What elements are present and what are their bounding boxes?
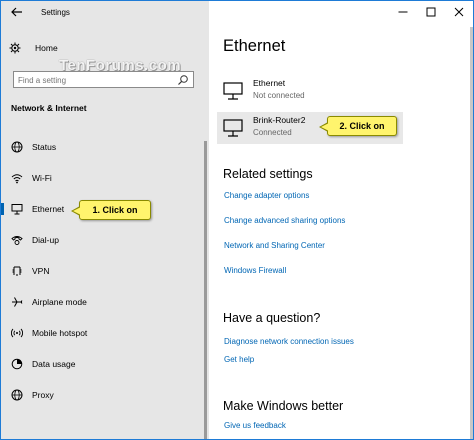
sidebar-item-data-usage[interactable]: Data usage: [1, 354, 201, 374]
data-usage-icon: [11, 358, 23, 370]
give-feedback-link[interactable]: Give us feedback: [224, 421, 286, 430]
connection-ethernet[interactable]: Ethernet Not connected: [217, 75, 403, 107]
back-arrow-icon: [11, 7, 22, 17]
wifi-icon: [11, 174, 23, 184]
callout-pointer-fill: [73, 207, 81, 215]
airplane-icon: [12, 297, 23, 307]
callout-text: 2. Click on: [339, 121, 385, 131]
connection-name: Brink-Router2: [253, 115, 306, 125]
sidebar-item-label: Airplane mode: [32, 297, 87, 307]
sidebar-item-wifi[interactable]: Wi-Fi: [1, 168, 201, 188]
sidebar-item-status[interactable]: Status: [1, 137, 201, 157]
sidebar-item-label: Dial-up: [32, 235, 59, 245]
window-controls: [389, 1, 473, 23]
sidebar-item-label: Ethernet: [32, 204, 65, 214]
diagnose-issues-link[interactable]: Diagnose network connection issues: [224, 337, 354, 346]
make-windows-better-heading: Make Windows better: [223, 399, 344, 413]
main-scrollbar[interactable]: [470, 27, 473, 439]
search-input[interactable]: [18, 74, 168, 86]
related-settings-heading: Related settings: [223, 167, 313, 181]
close-button[interactable]: [445, 1, 473, 23]
globe-icon: [11, 389, 23, 401]
search-box[interactable]: [13, 71, 194, 88]
sidebar-item-mobile-hotspot[interactable]: Mobile hotspot: [1, 323, 201, 343]
selection-indicator: [1, 203, 4, 215]
minimize-icon: [398, 11, 408, 13]
callout-pointer-fill: [321, 123, 329, 131]
ethernet-icon: [11, 204, 23, 215]
sidebar-item-vpn[interactable]: VPN: [1, 261, 201, 281]
sidebar-item-proxy[interactable]: Proxy: [1, 385, 201, 405]
connection-name: Ethernet: [253, 78, 286, 88]
sidebar-item-label: VPN: [32, 266, 50, 276]
home-link[interactable]: Home: [9, 41, 58, 55]
sidebar-item-label: Mobile hotspot: [32, 328, 88, 338]
connection-status: Not connected: [253, 91, 305, 100]
callout-text: 1. Click on: [92, 205, 138, 215]
change-advanced-sharing-link[interactable]: Change advanced sharing options: [224, 216, 345, 225]
gear-icon: [9, 42, 21, 54]
back-button[interactable]: [9, 5, 25, 19]
globe-icon: [11, 141, 23, 153]
sidebar-item-dialup[interactable]: Dial-up: [1, 230, 201, 250]
vpn-icon: [12, 266, 22, 276]
dialup-icon: [11, 236, 23, 245]
title-bar: Settings: [1, 1, 209, 23]
network-sharing-center-link[interactable]: Network and Sharing Center: [224, 241, 325, 250]
connection-status: Connected: [253, 128, 292, 137]
sidebar-item-label: Wi-Fi: [32, 173, 52, 183]
maximize-icon: [426, 7, 436, 17]
page-title: Ethernet: [223, 37, 286, 55]
minimize-button[interactable]: [389, 1, 417, 23]
ethernet-adapter-icon: [223, 82, 243, 100]
app-title: Settings: [41, 8, 70, 17]
search-icon[interactable]: [177, 74, 189, 86]
sidebar: Settings Home TenForums.com Network & In…: [1, 1, 209, 439]
sidebar-item-label: Proxy: [32, 390, 54, 400]
section-title: Network & Internet: [11, 103, 87, 113]
settings-window: Settings Home TenForums.com Network & In…: [0, 0, 474, 440]
sidebar-scrollbar[interactable]: [204, 141, 207, 439]
question-heading: Have a question?: [223, 311, 321, 325]
callout-step-2: 2. Click on: [319, 116, 397, 136]
ethernet-adapter-icon: [223, 119, 243, 137]
hotspot-icon: [11, 328, 23, 338]
home-label: Home: [35, 43, 58, 53]
sidebar-item-label: Status: [32, 142, 57, 152]
sidebar-item-airplane-mode[interactable]: Airplane mode: [1, 292, 201, 312]
sidebar-item-label: Data usage: [32, 359, 76, 369]
get-help-link[interactable]: Get help: [224, 355, 254, 364]
callout-step-1: 1. Click on: [71, 200, 151, 220]
maximize-button[interactable]: [417, 1, 445, 23]
windows-firewall-link[interactable]: Windows Firewall: [224, 266, 286, 275]
close-icon: [454, 7, 464, 17]
change-adapter-options-link[interactable]: Change adapter options: [224, 191, 309, 200]
